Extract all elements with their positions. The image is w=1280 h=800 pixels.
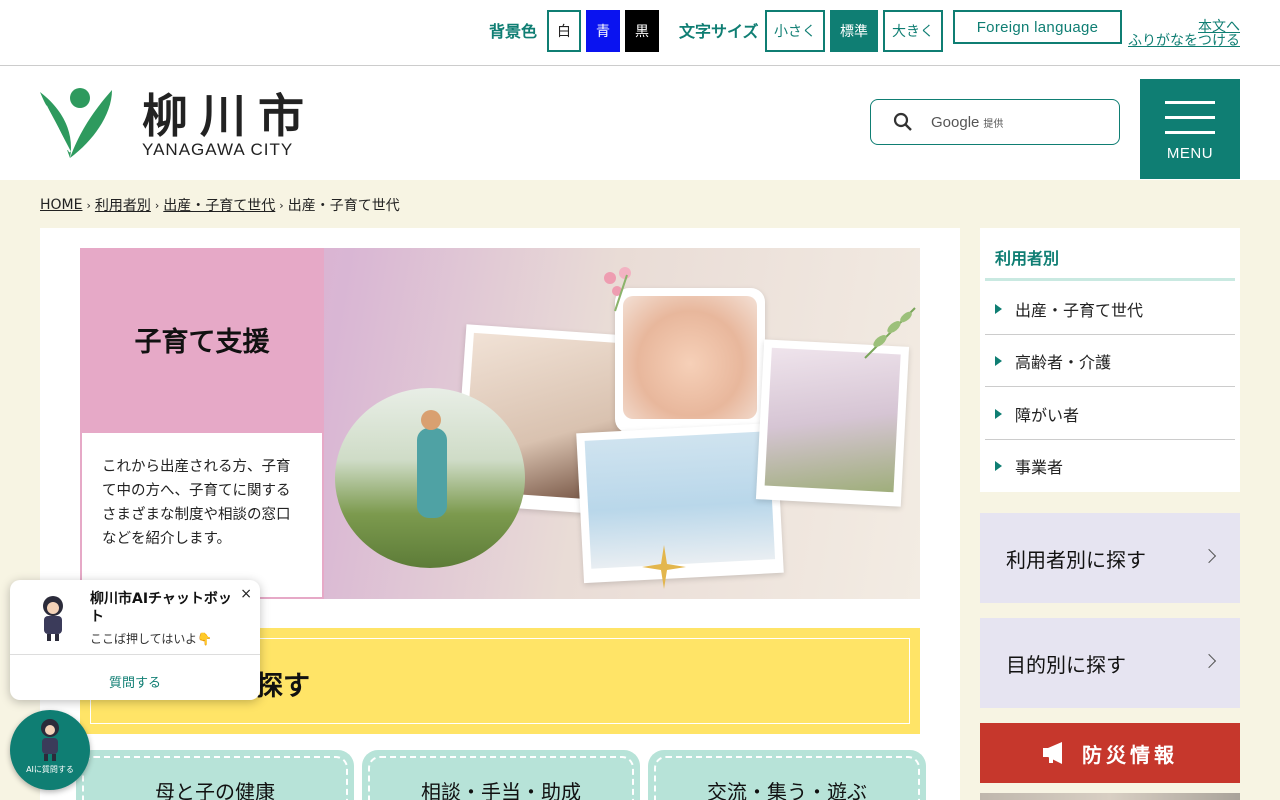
- category-maternal-health[interactable]: 母と子の健康: [76, 750, 354, 800]
- chatbot-subtitle: ここば押してはいよ👇: [90, 632, 213, 646]
- breadcrumb-separator: ›: [86, 198, 91, 212]
- bg-white-button[interactable]: 白: [547, 10, 581, 52]
- chatbot-launcher-label: AIに質問する: [26, 765, 74, 774]
- sidebar-heading: 利用者別: [995, 249, 1060, 268]
- search-icon: [893, 112, 912, 131]
- search-by-purpose-button[interactable]: 目的別に探す: [980, 618, 1240, 708]
- close-icon[interactable]: ×: [240, 586, 252, 602]
- city-name-en: YANAGAWA CITY: [142, 140, 294, 159]
- breadcrumb-home[interactable]: HOME: [40, 197, 82, 213]
- triangle-right-icon: [995, 303, 1002, 314]
- sidebar-item-child-rearing[interactable]: 出産・子育て世代: [985, 283, 1235, 335]
- furigana-link[interactable]: ふりがなをつける: [1128, 33, 1240, 49]
- text-size-standard-button[interactable]: 標準: [830, 10, 878, 52]
- chatbot-ask-button[interactable]: 質問する: [10, 672, 260, 691]
- triangle-right-icon: [995, 355, 1002, 366]
- search-section-title: 探す: [256, 671, 310, 702]
- sidebar-user-list: 利用者別 出産・子育て世代 高齢者・介護 障がい者 事業者: [980, 228, 1240, 492]
- category-label: 交流・集う・遊ぶ: [707, 780, 867, 800]
- utility-bar: 背景色 白 青 黒 文字サイズ 小さく 標準 大きく Foreign langu…: [0, 0, 1280, 66]
- city-logo-icon[interactable]: [40, 86, 114, 158]
- chatbot-character-icon: [41, 719, 59, 761]
- text-size-small-button[interactable]: 小さく: [765, 10, 825, 52]
- chatbot-launcher-button[interactable]: AIに質問する: [10, 710, 90, 790]
- disaster-info-button[interactable]: 防災情報: [980, 723, 1240, 783]
- category-label: 母と子の健康: [155, 780, 275, 800]
- hero-photo-park: [335, 388, 525, 568]
- leaf-icon: [864, 307, 916, 359]
- hero-title-box: 子育て支援: [80, 248, 324, 431]
- background-color-label: 背景色: [489, 22, 538, 41]
- page-title: 子育て支援: [134, 327, 270, 358]
- hero-banner: 子育て支援 これから出産される方、子育て中の方へ、子育てに関するさまざまな制度や…: [80, 248, 920, 599]
- main-content: 子育て支援 これから出産される方、子育て中の方へ、子育てに関するさまざまな制度や…: [40, 228, 960, 800]
- menu-label: MENU: [1166, 145, 1214, 162]
- triangle-right-icon: [995, 461, 1002, 471]
- text-size-label: 文字サイズ: [679, 22, 759, 41]
- city-name-jp: 柳川市: [142, 89, 316, 143]
- hero-photo-blossom: [755, 339, 910, 507]
- megaphone-icon: [1043, 742, 1062, 764]
- category-label: 相談・手当・助成: [421, 780, 581, 800]
- sidebar-item-disabled[interactable]: 障がい者: [985, 388, 1235, 440]
- chatbot-popup: 柳川市AIチャットボット ここば押してはいよ👇 × 質問する: [10, 580, 260, 700]
- breadcrumb-level2[interactable]: 出産・子育て世代: [163, 195, 275, 215]
- search-provider: Google 提供: [931, 113, 1004, 131]
- chatbot-character-icon: [43, 596, 63, 641]
- site-header: 柳川市 YANAGAWA CITY Google 提供 MENU: [0, 66, 1280, 180]
- chevron-right-icon: [1201, 653, 1217, 669]
- foreign-language-button[interactable]: Foreign language: [953, 10, 1122, 44]
- breadcrumb: HOME › 利用者別 › 出産・子育て世代 › 出産・子育て世代: [40, 195, 400, 215]
- chatbot-title: 柳川市AIチャットボット: [90, 591, 232, 625]
- sidebar-item-elderly[interactable]: 高齢者・介護: [985, 335, 1235, 387]
- hero-description: これから出産される方、子育て中の方へ、子育てに関するさまざまな制度や相談の窓口な…: [80, 431, 324, 599]
- triangle-right-icon: [995, 408, 1002, 419]
- breadcrumb-level1[interactable]: 利用者別: [95, 195, 151, 215]
- sidebar-item-business[interactable]: 事業者: [985, 440, 1235, 492]
- hamburger-icon: [1165, 101, 1215, 104]
- sparkle-icon: [642, 545, 686, 589]
- category-exchange-play[interactable]: 交流・集う・遊ぶ: [648, 750, 926, 800]
- sidebar-banner-image: [980, 793, 1240, 800]
- bg-blue-button[interactable]: 青: [586, 10, 620, 52]
- text-size-large-button[interactable]: 大きく: [883, 10, 943, 52]
- menu-button[interactable]: MENU: [1140, 79, 1240, 179]
- category-consultation-allowance[interactable]: 相談・手当・助成: [362, 750, 640, 800]
- search-by-user-button[interactable]: 利用者別に探す: [980, 513, 1240, 603]
- flower-icon: [604, 267, 631, 312]
- site-search-input[interactable]: Google 提供: [870, 99, 1120, 145]
- breadcrumb-current: 出産・子育て世代: [287, 198, 400, 214]
- chevron-right-icon: [1201, 548, 1217, 564]
- bg-black-button[interactable]: 黒: [625, 10, 659, 52]
